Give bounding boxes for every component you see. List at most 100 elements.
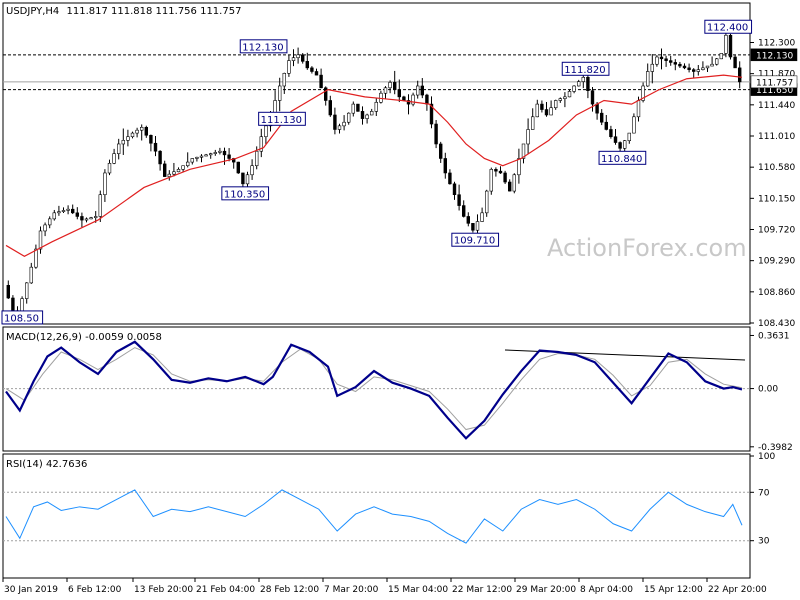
- candle-body: [342, 121, 346, 127]
- candle-body: [337, 125, 342, 130]
- x-tick-label: 6 Feb 12:00: [68, 585, 122, 595]
- rsi-label: RSI(14) 42.7636: [6, 459, 87, 470]
- candle-body: [356, 103, 360, 112]
- candle-body: [167, 173, 171, 177]
- candle-body: [117, 143, 121, 154]
- candle-body: [365, 114, 369, 119]
- candle-body: [609, 129, 613, 138]
- candle-body: [737, 67, 742, 83]
- x-axis: 30 Jan 2019 6 Feb 12:00 13 Feb 20:00 21 Feb…: [2, 578, 767, 595]
- candle-body: [333, 114, 337, 130]
- candle-body: [89, 217, 93, 220]
- candle-body: [498, 170, 503, 174]
- candle-body: [438, 143, 443, 159]
- x-tick-label: 21 Feb 04:00: [196, 585, 255, 595]
- candle-body: [655, 56, 659, 65]
- candle-body: [461, 205, 466, 217]
- candle-body: [94, 216, 98, 218]
- candle-body: [572, 85, 576, 92]
- candle-body: [425, 94, 429, 105]
- candle-body: [11, 297, 15, 311]
- x-tick-label: 22 Mar 12:00: [452, 585, 512, 595]
- candle-body: [535, 103, 540, 118]
- candle-body: [144, 126, 148, 136]
- price-tick-label: 111.010: [758, 132, 795, 142]
- candle-body: [181, 165, 185, 170]
- candle-body: [218, 150, 222, 153]
- candle-body: [346, 112, 351, 123]
- candle-body: [112, 153, 116, 164]
- price-tick-label: 108.430: [758, 319, 795, 329]
- candle-body: [618, 142, 622, 149]
- x-tick-label: 29 Mar 20:00: [516, 585, 576, 595]
- watermark: ActionForex.com: [547, 234, 747, 262]
- candle-body: [43, 224, 47, 232]
- candle-body: [503, 172, 507, 183]
- candle-body: [678, 63, 682, 67]
- candle-body: [135, 129, 139, 134]
- candle-body: [392, 82, 397, 90]
- candle-body: [553, 100, 558, 109]
- macd-tick-label: 0.3631: [758, 331, 790, 341]
- symbol-header: USDJPY,H4 111.817 111.818 111.756 111.75…: [6, 6, 241, 17]
- candle-body: [47, 218, 52, 226]
- chart-canvas: 112.300111.870111.440111.010110.580110.1…: [1, 2, 798, 595]
- rsi-tick-label: 70: [758, 488, 770, 498]
- price-tick-label: 110.580: [758, 163, 795, 173]
- price-tick-label: 111.440: [758, 101, 795, 111]
- candle-body: [466, 216, 470, 224]
- candle-body: [190, 158, 194, 163]
- candle-body: [75, 212, 80, 217]
- level-callout-label: 111.820: [564, 65, 605, 76]
- rsi-panel: [2, 453, 751, 579]
- candle-body: [107, 162, 112, 174]
- candle-body: [480, 212, 484, 222]
- level-callout-label: 111.130: [261, 115, 302, 126]
- candle-body: [84, 218, 89, 221]
- candle-body: [457, 194, 461, 206]
- candle-body: [724, 34, 728, 54]
- level-callout-label: 110.350: [224, 189, 265, 200]
- candle-body: [369, 111, 374, 116]
- candle-body: [250, 165, 254, 176]
- candle-body: [415, 85, 420, 96]
- candle-body: [236, 161, 240, 174]
- candle-body: [305, 61, 309, 69]
- candle-body: [227, 154, 231, 159]
- candle-body: [443, 158, 447, 174]
- candle-body: [664, 58, 668, 61]
- candle-body: [300, 54, 305, 62]
- candle-body: [590, 90, 595, 105]
- candle-body: [691, 69, 696, 72]
- rsi-tick-label: 100: [758, 452, 775, 462]
- candle-body: [682, 65, 687, 69]
- candle-body: [241, 172, 245, 185]
- candle-body: [645, 71, 650, 87]
- candle-body: [149, 134, 153, 144]
- candle-body: [632, 116, 636, 134]
- candle-body: [195, 156, 199, 159]
- candle-body: [29, 266, 33, 284]
- candle-body: [599, 112, 604, 123]
- candle-body: [222, 150, 227, 156]
- candle-body: [420, 85, 424, 96]
- candle-body: [103, 172, 107, 196]
- candle-body: [6, 285, 11, 299]
- candle-body: [613, 136, 618, 143]
- price-tick-label: 109.720: [758, 225, 795, 235]
- candle-body: [209, 153, 213, 156]
- price-tick-label: 108.860: [758, 288, 795, 298]
- candle-body: [245, 174, 250, 185]
- x-tick-label: 30 Jan 2019: [4, 585, 58, 595]
- candle-body: [549, 107, 553, 116]
- candle-body: [34, 248, 38, 268]
- candle-body: [397, 89, 401, 98]
- candle-body: [733, 56, 737, 69]
- x-tick-label: 7 Mar 20:00: [324, 585, 379, 595]
- candle-body: [66, 208, 70, 211]
- candle-body: [710, 63, 714, 67]
- candle-body: [204, 154, 208, 157]
- candle-body: [576, 81, 581, 87]
- candle-body: [199, 155, 204, 158]
- candle-body: [163, 163, 167, 177]
